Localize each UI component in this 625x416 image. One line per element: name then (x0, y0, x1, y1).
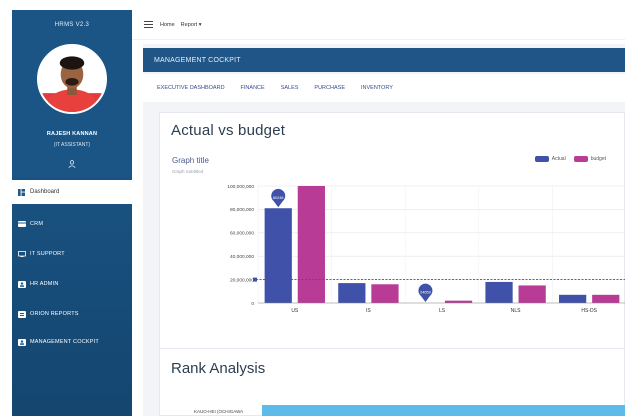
card-icon (18, 221, 26, 227)
x-tick-label: NLS (511, 308, 521, 314)
sidebar-item-orion-reports[interactable]: ORION REPORTS (12, 304, 132, 324)
marker-label: 80248 (273, 196, 284, 200)
marker-label: 24659 (420, 291, 431, 295)
rank-analysis-card: Rank Analysis KAUO-HEI (OCHIGAWA (159, 348, 625, 416)
sidebar-item-hr-admin[interactable]: HR ADMIN (12, 274, 132, 294)
x-tick-label: HS-DS (581, 308, 597, 314)
actual-vs-budget-card: Actual vs budget Graph title Graph Subti… (159, 112, 625, 350)
user-role: (IT ASSISTANT) (53, 142, 91, 148)
rank-bar[interactable] (262, 405, 625, 416)
bar-budget (297, 186, 325, 303)
bar-budget (371, 284, 399, 303)
menu-toggle-icon[interactable] (144, 21, 153, 28)
user-card-icon (18, 281, 26, 288)
sidebar-item-dashboard[interactable]: Dashboard (12, 180, 132, 204)
sidebar-item-label: MANAGEMENT COCKPIT (30, 339, 99, 345)
main-content: MANAGEMENT COCKPIT EXECUTIVE DASHBOARD F… (143, 44, 625, 416)
bar-actual (559, 294, 587, 303)
sidebar-item-label: CRM (30, 221, 44, 227)
sidebar-item-crm[interactable]: CRM (12, 214, 132, 234)
sidebar-profile: HRMS V2.3 RAJESH KANNAN (IT ASSISTANT) (12, 10, 132, 177)
x-tick-label: LS (439, 308, 446, 314)
tab-purchase[interactable]: PURCHASE (314, 85, 345, 91)
avatar-photo (39, 46, 105, 112)
report-icon (18, 311, 26, 318)
avatar[interactable] (37, 44, 107, 114)
bar-budget (444, 300, 473, 303)
bar-budget (592, 294, 620, 303)
tab-finance[interactable]: FINANCE (241, 85, 265, 91)
user-name: RAJESH KANNAN (46, 131, 98, 137)
x-tick-label: IS (366, 308, 371, 314)
y-tick-label: 60,000,000 (230, 231, 254, 237)
dashboard-icon (18, 189, 26, 196)
x-tick-label: US (291, 308, 299, 314)
sidebar-item-label: ORION REPORTS (30, 311, 79, 317)
sidebar-item-label: HR ADMIN (30, 281, 59, 287)
tab-bar: EXECUTIVE DASHBOARD FINANCE SALES PURCHA… (143, 74, 625, 102)
y-tick-label: 0 (251, 301, 254, 307)
bar-actual (264, 208, 292, 303)
y-tick-label: 100,000,000 (227, 184, 254, 190)
y-tick-label: 20,000,000 (230, 277, 254, 283)
user-card-icon (18, 339, 26, 346)
user-icon[interactable] (68, 160, 76, 168)
nav-home-link[interactable]: Home (160, 22, 175, 28)
card-title: Rank Analysis (171, 360, 266, 377)
tab-executive-dashboard[interactable]: EXECUTIVE DASHBOARD (157, 85, 225, 91)
average-line-marker (253, 277, 257, 282)
sidebar-item-management-cockpit[interactable]: MANAGEMENT COCKPIT (12, 332, 132, 352)
bar-actual (338, 283, 366, 303)
app-root: HRMS V2.3 RAJESH KANNAN (IT ASSISTANT) D… (0, 0, 625, 416)
page-header: MANAGEMENT COCKPIT (143, 48, 625, 72)
tab-sales[interactable]: SALES (281, 85, 299, 91)
sidebar-item-label: IT SUPPORT (30, 251, 65, 257)
bar-chart: 0 20,000,000 40,000,000 60,000,000 80,000,00… (227, 184, 625, 314)
tab-inventory[interactable]: INVENTORY (361, 85, 393, 91)
brand-title: HRMS V2.3 (54, 22, 90, 28)
y-tick-label: 40,000,000 (230, 254, 254, 260)
bar-budget (518, 285, 546, 303)
bar-actual (485, 281, 513, 303)
nav-report-dropdown[interactable]: Report ▾ (181, 22, 202, 28)
sidebar: HRMS V2.3 RAJESH KANNAN (IT ASSISTANT) D… (12, 10, 132, 416)
sidebar-item-label: Dashboard (30, 189, 60, 195)
monitor-icon (18, 251, 26, 257)
y-tick-label: 80,000,000 (230, 207, 254, 213)
sidebar-item-it-support[interactable]: IT SUPPORT (12, 244, 132, 264)
rank-row-label: KAUO-HEI (OCHIGAWA (194, 409, 244, 414)
top-nav: Home Report ▾ (132, 10, 625, 40)
